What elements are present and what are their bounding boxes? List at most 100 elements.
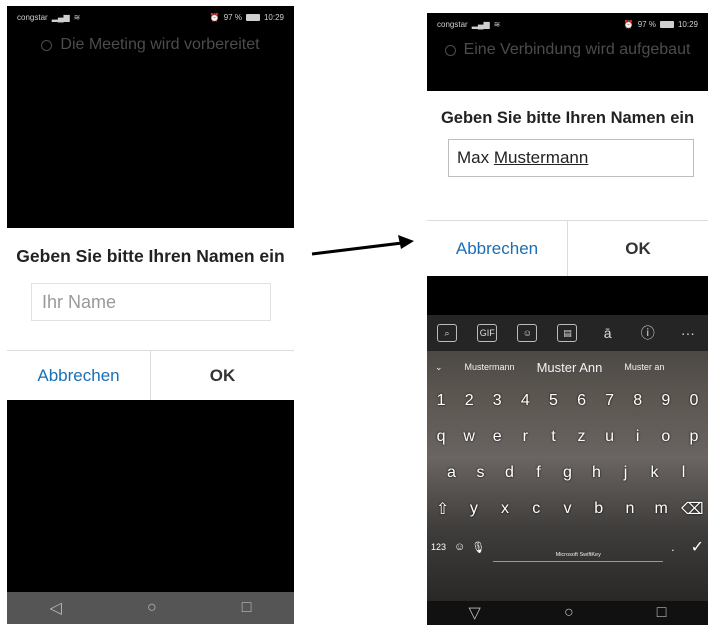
- key[interactable]: 5: [539, 392, 567, 410]
- key[interactable]: 9: [652, 392, 680, 410]
- collapse-icon[interactable]: ⌄: [435, 362, 443, 373]
- clock: 10:29: [677, 19, 698, 29]
- cancel-button[interactable]: Abbrechen: [7, 351, 151, 400]
- dialog-title: Geben Sie bitte Ihren Namen ein: [440, 109, 695, 127]
- sticker-icon[interactable]: ☺: [517, 324, 538, 342]
- key[interactable]: i: [624, 428, 652, 446]
- backspace-icon[interactable]: ⌫: [677, 499, 708, 519]
- key[interactable]: 7: [596, 392, 624, 410]
- alarm-icon: ⏰: [209, 12, 220, 22]
- suggestion-bar: ⌄ Mustermann Muster Ann Muster an: [427, 351, 708, 383]
- key[interactable]: m: [646, 500, 677, 518]
- key[interactable]: p: [680, 428, 708, 446]
- name-dialog: Geben Sie bitte Ihren Namen ein Max Must…: [427, 91, 708, 276]
- shift-icon[interactable]: ⇧: [427, 499, 458, 519]
- ok-button[interactable]: OK: [151, 351, 294, 400]
- key[interactable]: c: [521, 500, 552, 518]
- key[interactable]: k: [640, 464, 669, 482]
- recent-apps-icon[interactable]: □: [657, 604, 667, 622]
- key[interactable]: f: [524, 464, 553, 482]
- key[interactable]: e: [483, 428, 511, 446]
- key[interactable]: 2: [455, 392, 483, 410]
- clock: 10:29: [263, 12, 284, 22]
- suggestion[interactable]: Muster Ann: [537, 360, 603, 375]
- key-row-numbers: 1 2 3 4 5 6 7 8 9 0: [427, 383, 708, 419]
- key[interactable]: b: [583, 500, 614, 518]
- key[interactable]: 0: [680, 392, 708, 410]
- carrier-label: congstar: [17, 12, 48, 22]
- key[interactable]: r: [511, 428, 539, 446]
- info-icon[interactable]: ⓘ: [638, 324, 658, 342]
- key-row-bottom: 123 ☺ 🎙 Microsoft SwiftKey . ✓: [427, 527, 708, 567]
- key[interactable]: h: [582, 464, 611, 482]
- symbols-key[interactable]: 123: [431, 542, 446, 552]
- dialog-button-row: Abbrechen OK: [7, 350, 294, 400]
- nav-bar: ◁ ○ □: [7, 592, 294, 624]
- key[interactable]: s: [466, 464, 495, 482]
- name-input[interactable]: Max Mustermann: [448, 139, 694, 177]
- microphone-icon[interactable]: 🎙: [471, 541, 485, 554]
- key[interactable]: n: [614, 500, 645, 518]
- name-input[interactable]: Ihr Name: [31, 283, 271, 321]
- period-key[interactable]: .: [671, 540, 674, 554]
- name-input-last: Mustermann: [493, 148, 589, 167]
- key-row-asdf: a s d f g h j k l: [427, 455, 708, 491]
- gif-icon[interactable]: GIF: [477, 324, 498, 342]
- home-icon[interactable]: ○: [147, 599, 157, 617]
- key[interactable]: g: [553, 464, 582, 482]
- home-icon[interactable]: ○: [564, 604, 574, 622]
- loading-ring-icon: [444, 44, 456, 56]
- suggestion[interactable]: Muster an: [624, 362, 664, 372]
- key[interactable]: w: [455, 428, 483, 446]
- translate-icon[interactable]: ā: [598, 324, 618, 342]
- status-bar: congstar ▂▄▆ ≋ ⏰ 97 % 10:29: [7, 6, 294, 28]
- wifi-icon: ≋: [73, 12, 81, 22]
- key[interactable]: 1: [427, 392, 455, 410]
- key[interactable]: 6: [567, 392, 595, 410]
- back-icon[interactable]: ◁: [50, 598, 62, 618]
- suggestion[interactable]: Mustermann: [465, 362, 515, 372]
- key[interactable]: y: [458, 500, 489, 518]
- recent-apps-icon[interactable]: □: [242, 599, 252, 617]
- enter-icon[interactable]: ✓: [691, 537, 704, 557]
- signal-icon: ▂▄▆: [51, 12, 70, 22]
- space-bar[interactable]: Microsoft SwiftKey: [493, 532, 664, 562]
- key[interactable]: 8: [624, 392, 652, 410]
- clipboard-icon[interactable]: ▤: [557, 324, 578, 342]
- key[interactable]: 3: [483, 392, 511, 410]
- key[interactable]: u: [596, 428, 624, 446]
- status-bar: congstar ▂▄▆ ≋ ⏰ 97 % 10:29: [427, 13, 708, 35]
- battery-percent: 97 %: [223, 12, 242, 22]
- keyboard: ⌕ GIF ☺ ▤ ā ⓘ ··· ⌄ Mustermann Muster An…: [427, 315, 708, 601]
- space-bar-label: Microsoft SwiftKey: [555, 552, 601, 558]
- alarm-icon: ⏰: [623, 19, 634, 29]
- key[interactable]: l: [669, 464, 698, 482]
- key[interactable]: a: [437, 464, 466, 482]
- key[interactable]: o: [652, 428, 680, 446]
- nav-bar: ▽ ○ □: [427, 601, 708, 625]
- key[interactable]: j: [611, 464, 640, 482]
- key-row-yxcv: ⇧ y x c v b n m ⌫: [427, 491, 708, 527]
- more-icon[interactable]: ···: [678, 324, 698, 342]
- key[interactable]: t: [539, 428, 567, 446]
- battery-percent: 97 %: [637, 19, 656, 29]
- search-icon[interactable]: ⌕: [437, 324, 458, 342]
- ok-button[interactable]: OK: [568, 221, 708, 276]
- key[interactable]: q: [427, 428, 455, 446]
- key[interactable]: 4: [511, 392, 539, 410]
- key[interactable]: x: [489, 500, 520, 518]
- key-row-qwertz: q w e r t z u i o p: [427, 419, 708, 455]
- wifi-icon: ≋: [493, 19, 501, 29]
- emoji-icon[interactable]: ☺: [454, 541, 465, 553]
- name-dialog: Geben Sie bitte Ihren Namen ein Ihr Name…: [7, 228, 294, 400]
- connecting-text: Die Meeting wird vorbereitet: [60, 36, 260, 53]
- cancel-button[interactable]: Abbrechen: [427, 221, 568, 276]
- arrow-icon: [311, 235, 414, 256]
- key[interactable]: z: [567, 428, 595, 446]
- key[interactable]: v: [552, 500, 583, 518]
- dialog-button-row: Abbrechen OK: [427, 220, 708, 276]
- phone-screen-left: congstar ▂▄▆ ≋ ⏰ 97 % 10:29 Die Meeting …: [7, 6, 294, 624]
- signal-icon: ▂▄▆: [471, 19, 490, 29]
- key[interactable]: d: [495, 464, 524, 482]
- back-icon[interactable]: ▽: [469, 603, 481, 623]
